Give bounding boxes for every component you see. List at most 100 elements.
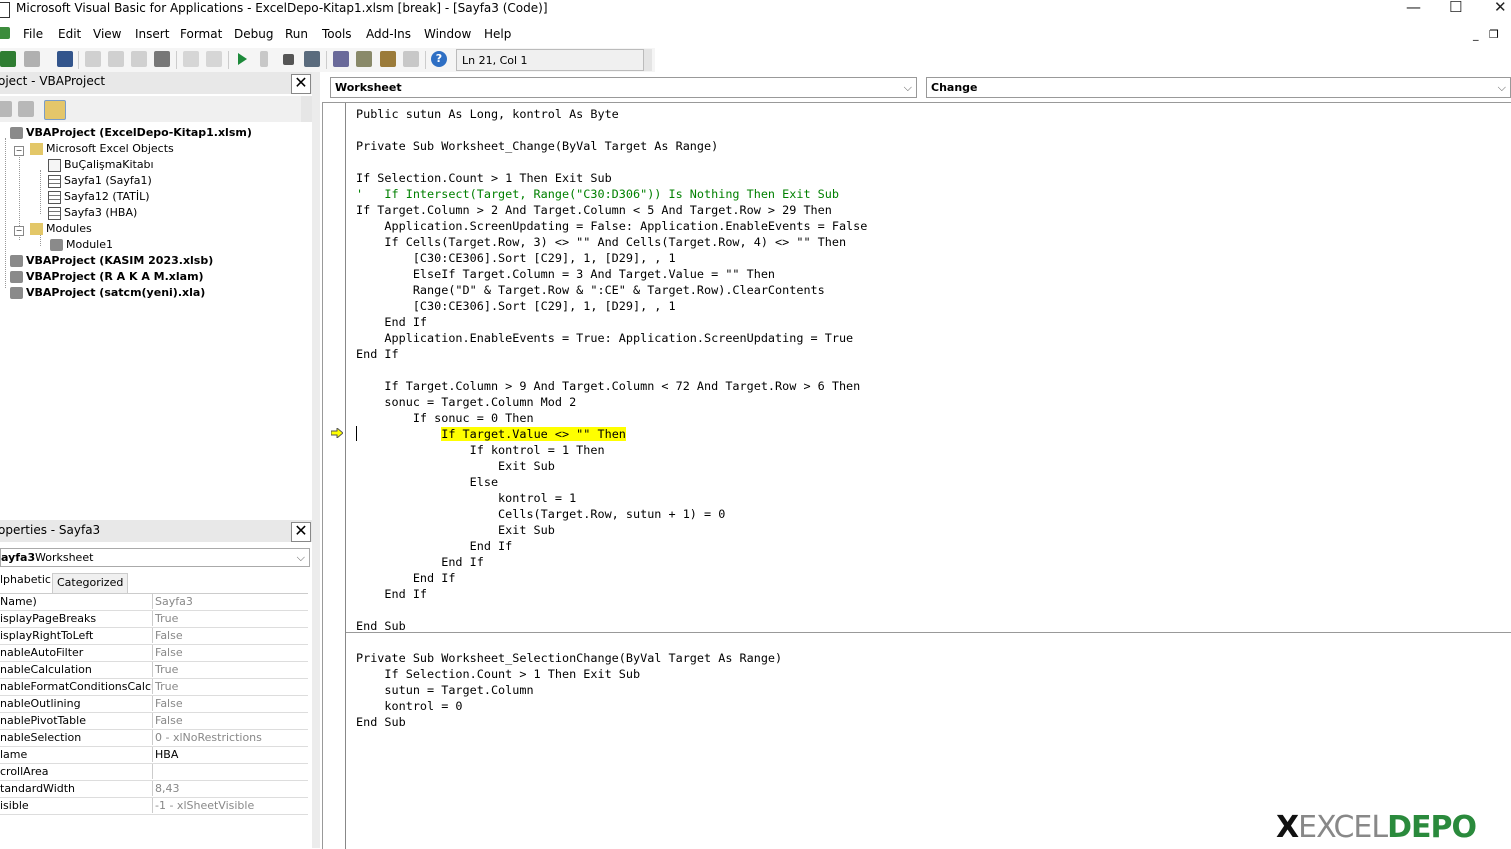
tab-categorized[interactable]: Categorized <box>52 573 129 594</box>
menu-format[interactable]: Format <box>180 27 222 41</box>
code-line[interactable]: End If <box>356 586 867 602</box>
view-code-icon[interactable] <box>0 101 12 117</box>
tree-collapse-toggle[interactable]: − <box>14 146 24 156</box>
code-line[interactable]: Private Sub Worksheet_SelectionChange(By… <box>356 650 867 666</box>
code-line[interactable]: Cells(Target.Row, sutun + 1) = 0 <box>356 506 867 522</box>
tree-node-sayfa3[interactable]: Sayfa3 (HBA) <box>48 206 137 220</box>
code-margin-indicator-bar[interactable] <box>323 103 346 849</box>
menu-view[interactable]: View <box>93 27 121 41</box>
code-line[interactable]: Private Sub Worksheet_Change(ByVal Targe… <box>356 138 867 154</box>
code-line[interactable] <box>356 154 867 170</box>
code-line[interactable]: End If <box>356 538 867 554</box>
menu-add-ins[interactable]: Add-Ins <box>366 27 411 41</box>
code-line[interactable]: Else <box>356 474 867 490</box>
tab-alphabetic[interactable]: lphabetic <box>0 571 55 590</box>
excel-view-icon[interactable] <box>0 51 16 67</box>
code-line[interactable]: If Target.Value <> "" Then <box>356 426 867 442</box>
property-row[interactable]: isplayRightToLeft False <box>0 628 308 645</box>
code-line[interactable]: End If <box>356 346 867 362</box>
object-combo[interactable]: Worksheet ⌵ <box>330 77 917 98</box>
minimize-button[interactable]: — <box>1406 0 1421 16</box>
close-button[interactable]: ✕ <box>1494 0 1507 16</box>
code-line[interactable]: If Target.Column > 9 And Target.Column <… <box>356 378 867 394</box>
tree-node-sayfa12[interactable]: Sayfa12 (TATİL) <box>48 190 150 204</box>
tree-node-vbaproject-exceldepo[interactable]: VBAProject (ExcelDepo-Kitap1.xlsm) <box>10 126 252 140</box>
redo-icon[interactable] <box>206 51 222 67</box>
menu-file[interactable]: File <box>23 27 43 41</box>
tree-node-thisworkbook[interactable]: BuÇalişmaKitabı <box>48 158 154 172</box>
tree-collapse-toggle[interactable]: − <box>14 226 24 236</box>
menu-help[interactable]: Help <box>484 27 511 41</box>
panel-splitter[interactable] <box>312 72 320 848</box>
code-line[interactable]: ' If Intersect(Target, Range("C30:D306")… <box>356 186 867 202</box>
code-line[interactable] <box>356 634 867 650</box>
menu-tools[interactable]: Tools <box>322 27 352 41</box>
project-panel-close-button[interactable]: ✕ <box>291 74 311 94</box>
toggle-folders-icon[interactable] <box>44 100 66 120</box>
property-row[interactable]: nableSelection 0 - xlNoRestrictions <box>0 730 308 747</box>
property-row[interactable]: lame HBA <box>0 747 308 764</box>
menu-debug[interactable]: Debug <box>234 27 273 41</box>
code-line[interactable] <box>356 122 867 138</box>
cut-icon[interactable] <box>85 51 101 67</box>
toolbar-grip[interactable] <box>644 49 652 71</box>
code-line[interactable]: Public sutun As Long, kontrol As Byte <box>356 106 867 122</box>
code-line[interactable]: Application.ScreenUpdating = False: Appl… <box>356 218 867 234</box>
paste-icon[interactable] <box>131 51 147 67</box>
property-row[interactable]: isplayPageBreaks True <box>0 611 308 628</box>
code-line[interactable]: If Cells(Target.Row, 3) <> "" And Cells(… <box>356 234 867 250</box>
properties-panel-close-button[interactable]: ✕ <box>291 522 311 542</box>
property-row[interactable]: nableAutoFilter False <box>0 645 308 662</box>
menu-window[interactable]: Window <box>424 27 471 41</box>
menu-insert[interactable]: Insert <box>135 27 169 41</box>
code-line[interactable]: kontrol = 1 <box>356 490 867 506</box>
code-line[interactable]: Exit Sub <box>356 458 867 474</box>
property-row[interactable]: crollArea <box>0 764 308 781</box>
project-explorer-icon[interactable] <box>333 51 349 67</box>
property-row[interactable]: isible -1 - xlSheetVisible <box>0 798 308 815</box>
insert-module-icon[interactable] <box>24 51 40 67</box>
object-browser-icon[interactable] <box>380 51 396 67</box>
save-icon[interactable] <box>57 51 73 67</box>
code-line[interactable]: sutun = Target.Column <box>356 682 867 698</box>
code-line[interactable]: ElseIf Target.Column = 3 And Target.Valu… <box>356 266 867 282</box>
property-row[interactable]: nableFormatConditionsCalculatioTrue <box>0 679 308 696</box>
code-line[interactable]: sonuc = Target.Column Mod 2 <box>356 394 867 410</box>
code-line[interactable]: [C30:CE306].Sort [C29], 1, [D29], , 1 <box>356 298 867 314</box>
tree-node-modules[interactable]: Modules <box>30 222 92 236</box>
mdi-minimize-button[interactable]: _ <box>1473 28 1479 41</box>
code-line[interactable]: End If <box>356 570 867 586</box>
code-line[interactable]: If sonuc = 0 Then <box>356 410 867 426</box>
tree-node-sayfa1[interactable]: Sayfa1 (Sayfa1) <box>48 174 152 188</box>
design-mode-icon[interactable] <box>304 51 320 67</box>
system-menu-icon[interactable] <box>0 27 10 39</box>
tree-node-excel-objects[interactable]: Microsoft Excel Objects <box>30 142 174 156</box>
code-line[interactable]: End Sub <box>356 714 867 730</box>
property-row[interactable]: nablePivotTable False <box>0 713 308 730</box>
run-icon[interactable] <box>238 53 247 65</box>
code-line[interactable]: If Target.Column > 2 And Target.Column <… <box>356 202 867 218</box>
help-icon[interactable]: ? <box>431 51 447 67</box>
procedure-combo[interactable]: Change ⌵ <box>926 77 1511 98</box>
toolbox-icon[interactable] <box>403 51 419 67</box>
code-line[interactable] <box>356 602 867 618</box>
view-object-icon[interactable] <box>18 101 34 117</box>
tree-node-vbaproject-kasim[interactable]: VBAProject (KASIM 2023.xlsb) <box>10 254 213 268</box>
tree-node-vbaproject-rakam[interactable]: VBAProject (R A K A M.xlam) <box>10 270 204 284</box>
code-line[interactable]: Application.EnableEvents = True: Applica… <box>356 330 867 346</box>
code-line[interactable]: kontrol = 0 <box>356 698 867 714</box>
code-editor[interactable]: Public sutun As Long, kontrol As Byte Pri… <box>322 102 1511 849</box>
break-icon[interactable] <box>260 51 268 67</box>
code-line[interactable]: If Selection.Count > 1 Then Exit Sub <box>356 170 867 186</box>
code-line[interactable]: [C30:CE306].Sort [C29], 1, [D29], , 1 <box>356 250 867 266</box>
tree-node-module1[interactable]: Module1 <box>50 238 113 252</box>
mdi-restore-button[interactable]: ❐ <box>1489 28 1499 41</box>
property-row[interactable]: nableOutlining False <box>0 696 308 713</box>
code-line[interactable]: End Sub <box>356 618 867 634</box>
menu-edit[interactable]: Edit <box>58 27 81 41</box>
copy-icon[interactable] <box>108 51 124 67</box>
property-row[interactable]: nableCalculation True <box>0 662 308 679</box>
code-line[interactable]: Range("D" & Target.Row & ":CE" & Target.… <box>356 282 867 298</box>
property-row[interactable]: Name) Sayfa3 <box>0 594 308 611</box>
code-line[interactable]: If Selection.Count > 1 Then Exit Sub <box>356 666 867 682</box>
